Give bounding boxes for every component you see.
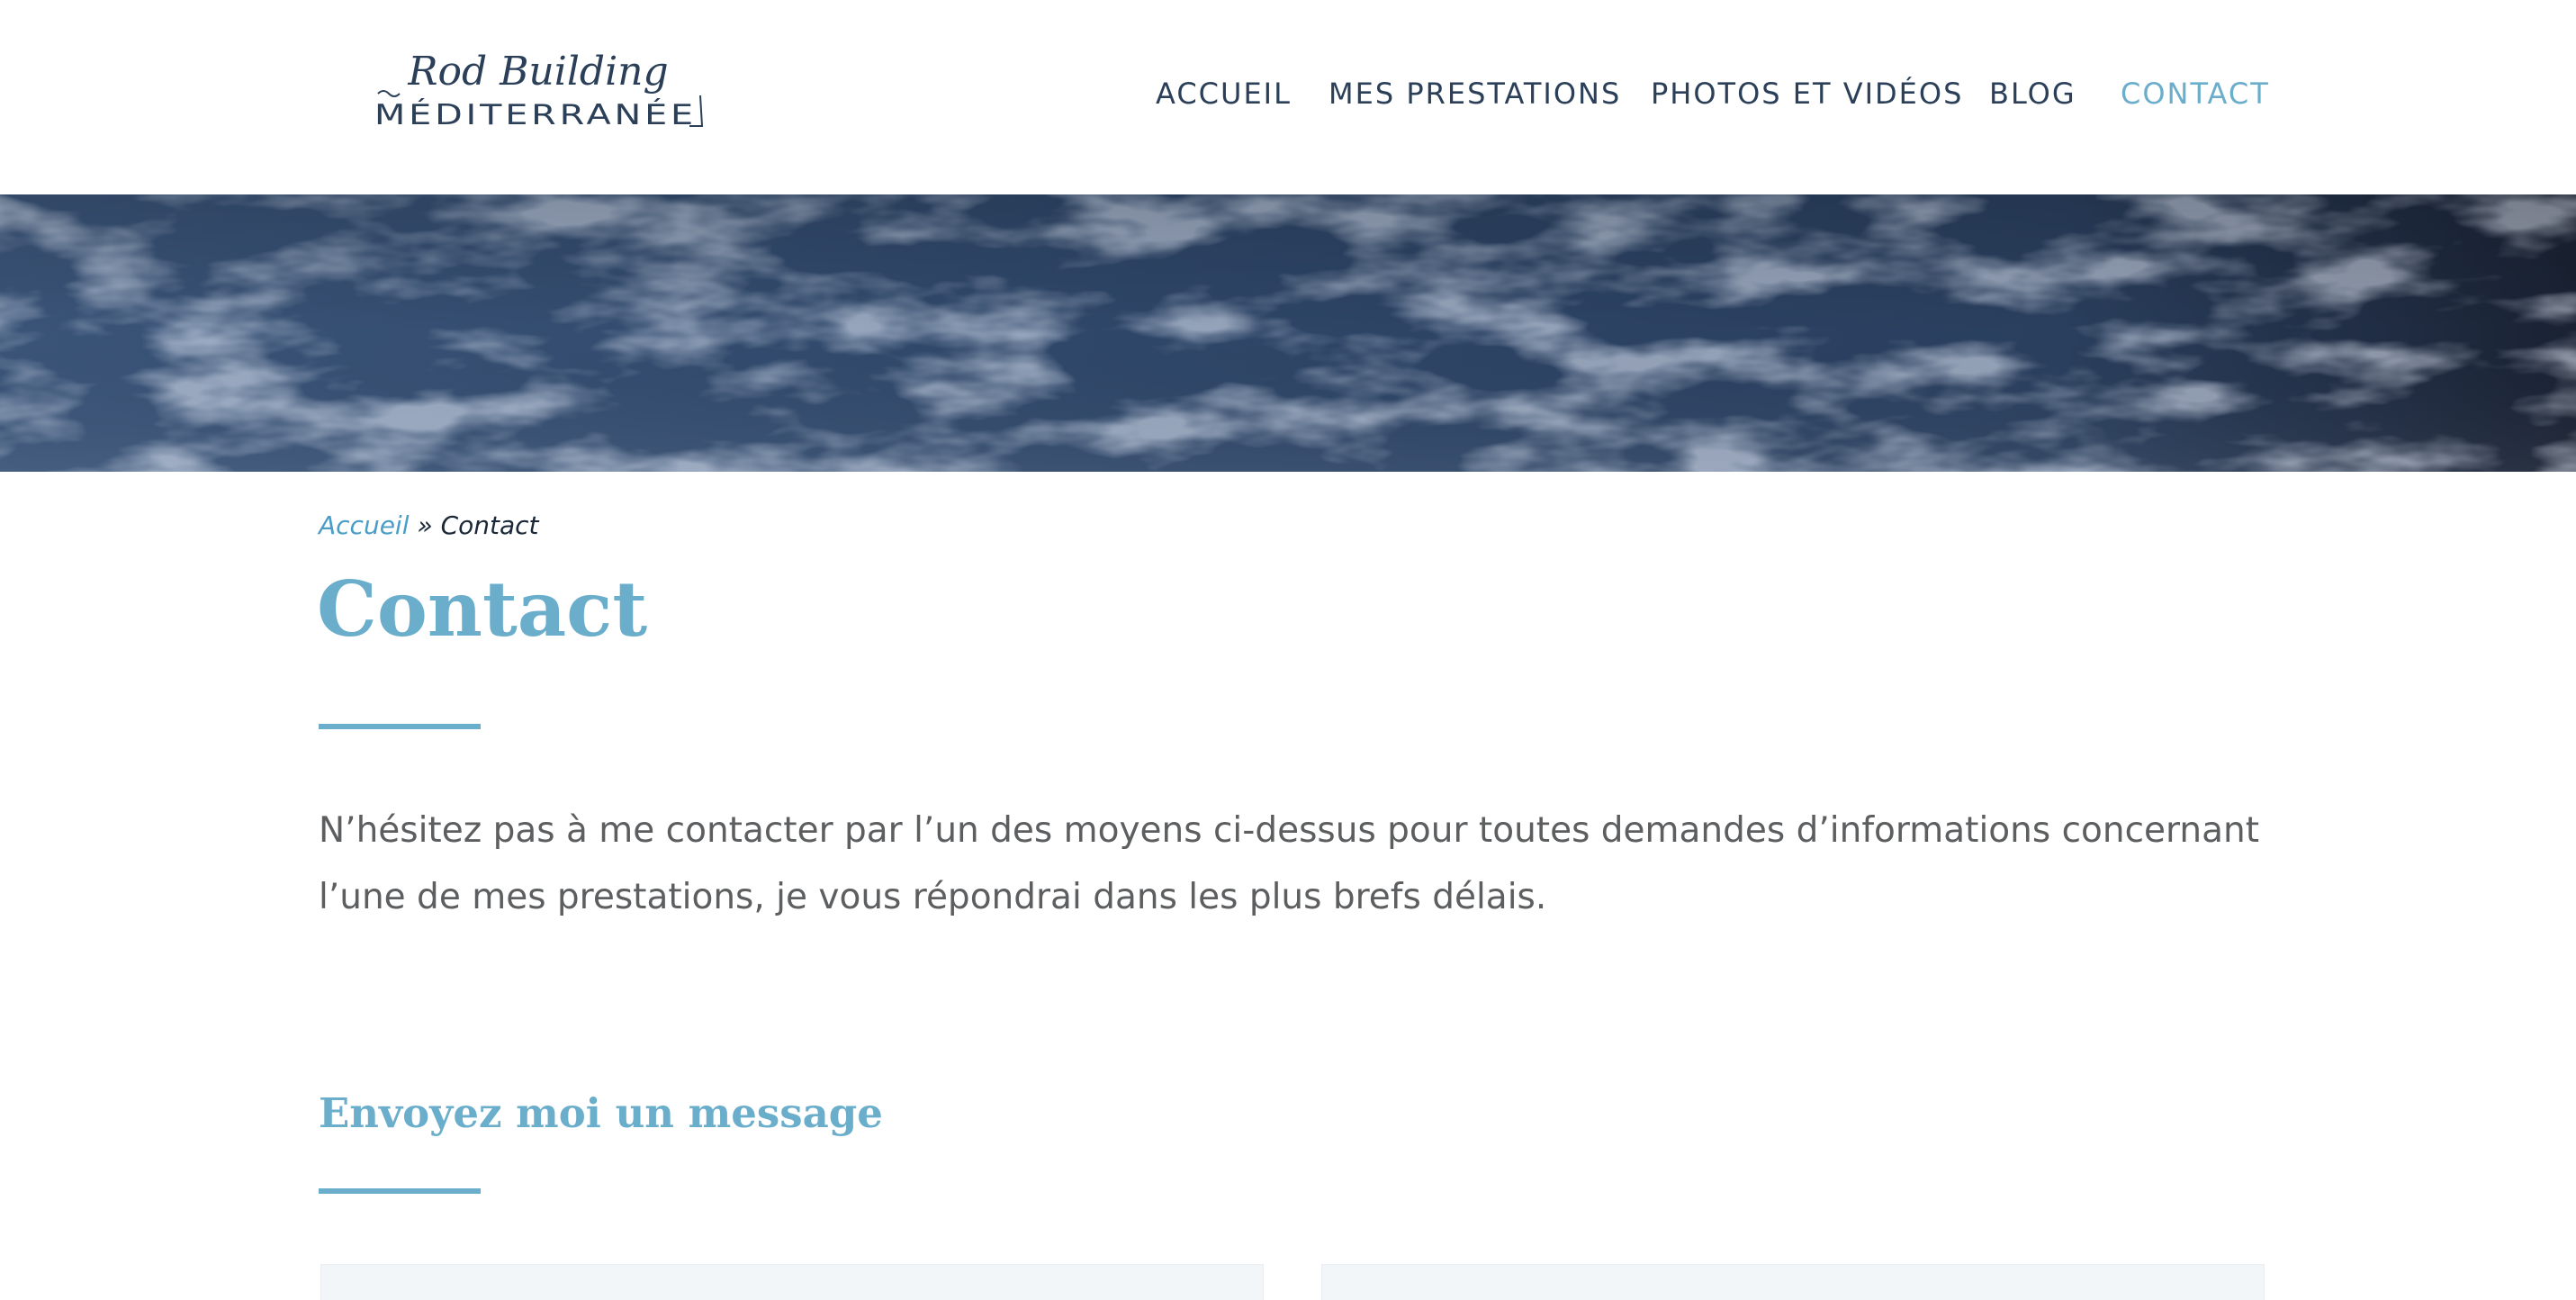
breadcrumb-current: Contact <box>440 510 539 540</box>
site-logo[interactable]: Rod Building MÉDITERRANÉE <box>371 45 706 131</box>
breadcrumb: Accueil » Contact <box>319 508 539 544</box>
nav-item-blog[interactable]: BLOG <box>1989 72 2076 115</box>
nav-item-photos-et-videos[interactable]: PHOTOS ET VIDÉOS <box>1651 72 1963 115</box>
hero-water-image <box>0 194 2576 472</box>
logo-line-1: Rod Building <box>407 49 668 95</box>
breadcrumb-separator: » <box>417 510 433 540</box>
email-field[interactable] <box>1321 1264 2265 1300</box>
section-underline <box>319 1188 481 1194</box>
nav-item-contact[interactable]: CONTACT <box>2121 72 2270 115</box>
logo-line-2: MÉDITERRANÉE <box>374 99 697 131</box>
title-underline <box>319 724 481 729</box>
nav-item-accueil[interactable]: ACCUEIL <box>1156 72 1292 115</box>
logo-graphic: Rod Building MÉDITERRANÉE <box>374 49 704 131</box>
intro-text: N’hésitez pas à me contacter par l’un de… <box>319 810 2260 917</box>
name-field[interactable] <box>320 1264 1264 1300</box>
breadcrumb-home-link[interactable]: Accueil <box>319 510 409 540</box>
hero-banner <box>0 194 2576 472</box>
page-title: Contact <box>317 564 648 654</box>
nav-item-mes-prestations[interactable]: MES PRESTATIONS <box>1329 72 1621 115</box>
form-section-title: Envoyez moi un message <box>319 1089 883 1137</box>
site-header: Rod Building MÉDITERRANÉE ACCUEIL MES PR… <box>0 0 2576 194</box>
page: Rod Building MÉDITERRANÉE ACCUEIL MES PR… <box>0 0 2576 1300</box>
